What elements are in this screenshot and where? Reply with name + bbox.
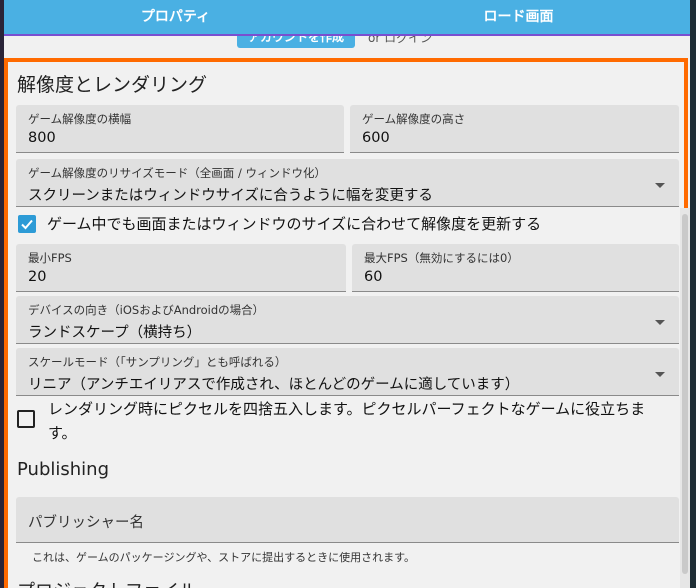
game-width-value[interactable]: 800	[28, 130, 56, 146]
game-height-value[interactable]: 600	[362, 130, 390, 146]
update-resolution-row: ゲーム中でも画面またはウィンドウのサイズに合わせて解像度を更新する	[18, 212, 541, 236]
game-height-label: ゲーム解像度の高さ	[362, 112, 466, 126]
dialog-tabs: プロパティ ロード画面	[4, 0, 690, 36]
publisher-name-field[interactable]: パブリッシャー名	[16, 497, 679, 543]
resize-mode-label: ゲーム解像度のリサイズモード（全画面 / ウィンドウ化）	[28, 166, 326, 180]
publisher-name-placeholder[interactable]: パブリッシャー名	[28, 511, 144, 532]
chevron-down-icon	[655, 372, 665, 377]
tab-properties[interactable]: プロパティ	[4, 0, 347, 34]
resolution-section-title: 解像度とレンダリング	[17, 74, 208, 96]
orientation-value: ランドスケープ（横持ち）	[28, 325, 202, 341]
tab-loading-screen[interactable]: ロード画面	[347, 0, 690, 34]
highlighted-settings-panel: 解像度とレンダリング ゲーム解像度の横幅 800 ゲーム解像度の高さ 600 ゲ…	[4, 58, 688, 588]
scale-mode-value: リニア（アンチエイリアスで作成され、ほとんどのゲームに適しています）	[28, 377, 520, 393]
round-pixels-row: レンダリング時にピクセルを四捨五入します。ピクセルパーフェクトなゲームに役立ちま…	[17, 397, 667, 445]
game-height-field[interactable]: ゲーム解像度の高さ 600	[350, 105, 679, 153]
resize-mode-value: スクリーンまたはウィンドウサイズに合うように幅を変更する	[28, 188, 433, 204]
round-pixels-checkbox[interactable]	[17, 410, 35, 428]
chevron-down-icon	[655, 183, 665, 188]
max-fps-value[interactable]: 60	[364, 269, 382, 285]
publishing-section-title: Publishing	[17, 459, 109, 480]
orientation-select[interactable]: デバイスの向き（iOSおよびAndroidの場合） ランドスケープ（横持ち）	[16, 296, 679, 344]
publisher-helper-text: これは、ゲームのパッケージングや、ストアに提出するときに使用されます。	[32, 551, 416, 564]
min-fps-value[interactable]: 20	[28, 269, 46, 285]
scale-mode-label: スケールモード（「サンプリング」とも呼ばれる）	[28, 355, 287, 369]
chevron-down-icon	[655, 320, 665, 325]
update-resolution-checkbox[interactable]	[18, 215, 36, 233]
scrollbar[interactable]	[680, 208, 690, 588]
game-width-label: ゲーム解像度の横幅	[28, 112, 132, 126]
game-width-field[interactable]: ゲーム解像度の横幅 800	[16, 105, 344, 153]
max-fps-field[interactable]: 最大FPS（無効にするには0） 60	[352, 244, 679, 292]
scrollbar-thumb[interactable]	[682, 214, 688, 574]
game-properties-dialog: アカウントを作成 or ログイン プロパティ ロード画面 解像度とレンダリング …	[4, 0, 690, 588]
orientation-label: デバイスの向き（iOSおよびAndroidの場合）	[28, 303, 265, 317]
update-resolution-label: ゲーム中でも画面またはウィンドウのサイズに合わせて解像度を更新する	[47, 215, 542, 233]
resize-mode-select[interactable]: ゲーム解像度のリサイズモード（全画面 / ウィンドウ化） スクリーンまたはウィン…	[16, 159, 679, 207]
max-fps-label: 最大FPS（無効にするには0）	[364, 251, 519, 265]
check-icon	[21, 219, 33, 230]
project-files-section-title: プロジェクトファイル	[17, 577, 197, 588]
min-fps-label: 最小FPS	[28, 251, 72, 265]
scale-mode-select[interactable]: スケールモード（「サンプリング」とも呼ばれる） リニア（アンチエイリアスで作成さ…	[16, 348, 679, 396]
round-pixels-label: レンダリング時にピクセルを四捨五入します。ピクセルパーフェクトなゲームに役立ちま…	[48, 400, 646, 442]
min-fps-field[interactable]: 最小FPS 20	[16, 244, 346, 292]
